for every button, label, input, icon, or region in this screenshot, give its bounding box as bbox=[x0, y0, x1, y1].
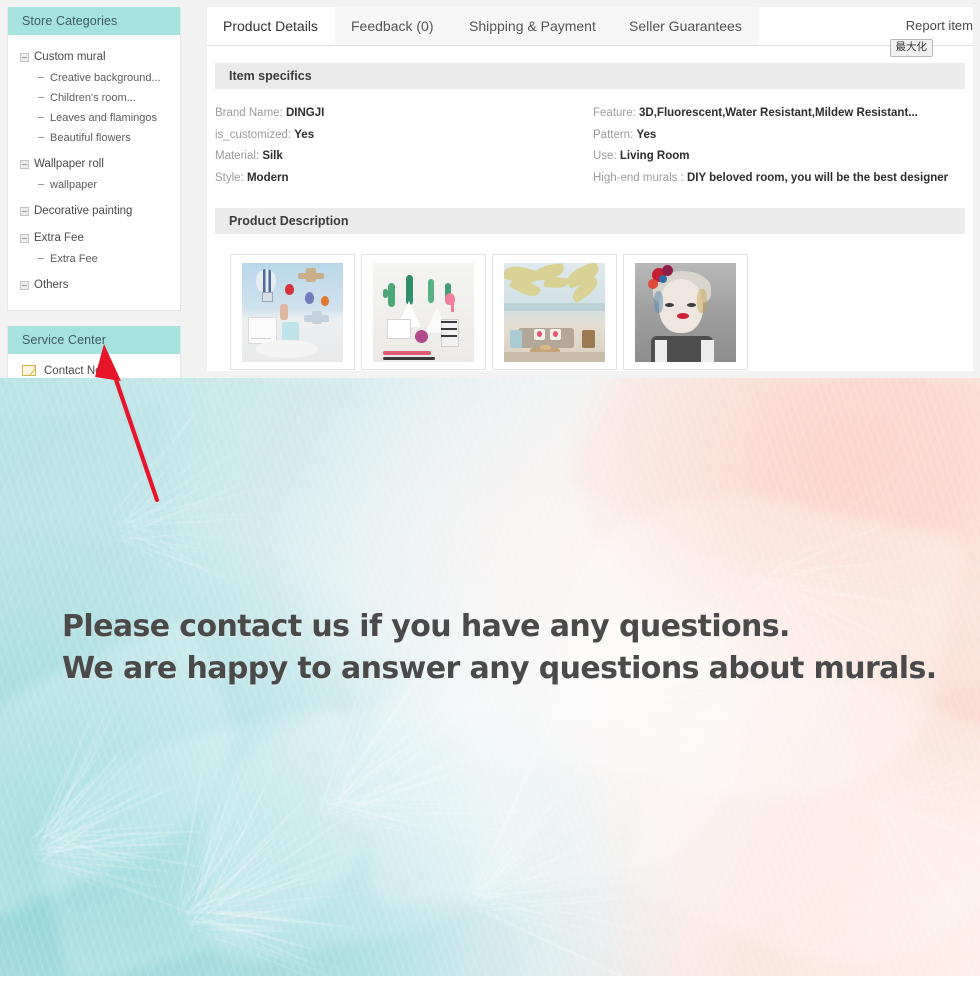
spec-key: Material: bbox=[215, 150, 260, 162]
sidebar-item-childrens-room[interactable]: Children's room... bbox=[8, 88, 180, 108]
sidebar-item-extra-fee[interactable]: Extra Fee bbox=[8, 228, 180, 249]
spec-row: Brand Name: DINGJI bbox=[215, 103, 324, 125]
sidebar-item-label: Custom mural bbox=[34, 51, 106, 63]
contact-now-label: Contact Now bbox=[44, 365, 110, 377]
item-specifics-heading: Item specifics bbox=[215, 63, 965, 89]
spec-value: Silk bbox=[262, 150, 283, 162]
sidebar-item-creative-background[interactable]: Creative background... bbox=[8, 68, 180, 88]
tab-shipping-payment[interactable]: Shipping & Payment bbox=[453, 7, 613, 45]
store-categories-panel: Store Categories Custom mural Creative b… bbox=[7, 7, 181, 311]
sidebar-item-label: Wallpaper roll bbox=[34, 158, 104, 170]
tab-feedback[interactable]: Feedback (0) bbox=[335, 7, 453, 45]
sidebar-item-label: Decorative painting bbox=[34, 205, 133, 217]
contact-now-link[interactable]: Contact Now bbox=[8, 360, 180, 378]
product-thumbnail[interactable] bbox=[230, 254, 355, 370]
product-thumbnail[interactable] bbox=[492, 254, 617, 370]
store-categories-list: Custom mural Creative background... Chil… bbox=[8, 35, 180, 310]
sidebar: Store Categories Custom mural Creative b… bbox=[7, 7, 181, 378]
spec-key: High-end murals : bbox=[593, 171, 684, 184]
dash-icon bbox=[38, 137, 44, 138]
maximize-button[interactable]: 最大化 bbox=[889, 39, 933, 57]
sidebar-item-label: Children's room... bbox=[50, 92, 136, 104]
expand-box-icon[interactable] bbox=[20, 234, 29, 243]
thumbnail-image bbox=[242, 263, 343, 362]
sidebar-item-label: Leaves and flamingos bbox=[50, 112, 158, 124]
product-tabbar: Product Details Feedback (0) Shipping & … bbox=[207, 7, 973, 46]
sidebar-item-others[interactable]: Others bbox=[8, 275, 180, 296]
sidebar-item-leaves-and-flamingos[interactable]: Leaves and flamingos bbox=[8, 108, 180, 128]
dash-icon bbox=[38, 77, 44, 78]
tab-product-details[interactable]: Product Details bbox=[207, 7, 335, 45]
spec-value: 3D,Fluorescent,Water Resistant,Mildew Re… bbox=[639, 107, 918, 119]
spec-value: Living Room bbox=[619, 150, 690, 162]
product-main-panel: Product Details Feedback (0) Shipping & … bbox=[207, 7, 973, 371]
expand-box-icon[interactable] bbox=[20, 160, 29, 169]
sidebar-item-decorative-painting[interactable]: Decorative painting bbox=[8, 201, 180, 222]
spec-key: is_customized: bbox=[215, 128, 292, 141]
banner-line-1: Please contact us if you have any questi… bbox=[62, 609, 790, 644]
spec-value: Yes bbox=[636, 128, 657, 141]
thumbnail-image bbox=[373, 263, 474, 362]
spec-row: High-end murals : DIY beloved room, you … bbox=[593, 168, 948, 190]
spec-key: Pattern: bbox=[593, 128, 634, 141]
page-top-section: Store Categories Custom mural Creative b… bbox=[0, 0, 980, 378]
spec-value: Yes bbox=[294, 128, 315, 141]
spec-value: DINGJI bbox=[285, 107, 325, 119]
spec-key: Brand Name: bbox=[215, 107, 283, 119]
expand-box-icon[interactable] bbox=[20, 281, 29, 290]
store-categories-title: Store Categories bbox=[8, 7, 180, 35]
item-specifics-right-column: Feature: 3D,Fluorescent,Water Resistant,… bbox=[593, 103, 948, 189]
spec-row: Style: Modern bbox=[215, 168, 324, 190]
spec-row: Material: Silk bbox=[215, 146, 324, 168]
dash-icon bbox=[38, 97, 44, 98]
product-description-heading: Product Description bbox=[215, 208, 965, 234]
service-center-title: Service Center bbox=[8, 326, 180, 354]
envelope-icon bbox=[22, 365, 36, 376]
dash-icon bbox=[38, 184, 44, 185]
sidebar-item-wallpaper-roll[interactable]: Wallpaper roll bbox=[8, 154, 180, 175]
spec-row: Pattern: Yes bbox=[593, 125, 948, 147]
sidebar-item-label: Creative background... bbox=[50, 72, 161, 84]
expand-box-icon[interactable] bbox=[20, 207, 29, 216]
sidebar-item-label: Others bbox=[34, 279, 69, 291]
spec-row: is_customized: Yes bbox=[215, 125, 324, 147]
sidebar-item-beautiful-flowers[interactable]: Beautiful flowers bbox=[8, 128, 180, 148]
spec-key: Feature: bbox=[593, 107, 636, 119]
spec-key: Style: bbox=[215, 171, 244, 184]
spec-value: Modern bbox=[246, 171, 289, 184]
thumbnail-image bbox=[504, 263, 605, 362]
spec-row: Use: Living Room bbox=[593, 146, 948, 168]
sidebar-item-label: Extra Fee bbox=[34, 232, 84, 244]
sidebar-item-custom-mural[interactable]: Custom mural bbox=[8, 47, 180, 68]
banner-line-2: We are happy to answer any questions abo… bbox=[62, 651, 937, 686]
promo-banner: Please contact us if you have any questi… bbox=[0, 378, 980, 976]
spec-value: DIY beloved room, you will be the best d… bbox=[686, 171, 949, 184]
sidebar-item-wallpaper[interactable]: wallpaper bbox=[8, 175, 180, 195]
dash-icon bbox=[38, 258, 44, 259]
spec-key: Use: bbox=[593, 150, 617, 162]
item-specifics-left-column: Brand Name: DINGJI is_customized: Yes Ma… bbox=[215, 103, 324, 189]
product-thumbnail[interactable] bbox=[361, 254, 486, 370]
item-specifics-table: Brand Name: DINGJI is_customized: Yes Ma… bbox=[215, 103, 965, 191]
product-thumbnail[interactable] bbox=[623, 254, 748, 370]
product-description-thumbnails bbox=[215, 254, 965, 374]
sidebar-item-extra-fee-child[interactable]: Extra Fee bbox=[8, 249, 180, 269]
sidebar-item-label: Beautiful flowers bbox=[50, 132, 131, 144]
service-center-panel: Service Center Contact Now bbox=[7, 326, 181, 378]
dash-icon bbox=[38, 117, 44, 118]
sidebar-item-label: wallpaper bbox=[50, 179, 98, 191]
spec-row: Feature: 3D,Fluorescent,Water Resistant,… bbox=[593, 103, 948, 125]
tab-seller-guarantees[interactable]: Seller Guarantees bbox=[613, 7, 759, 45]
service-center-list: Contact Now bbox=[8, 354, 180, 378]
banner-message: Please contact us if you have any questi… bbox=[62, 606, 937, 690]
thumbnail-image bbox=[635, 263, 736, 362]
expand-box-icon[interactable] bbox=[20, 53, 29, 62]
sidebar-item-label: Extra Fee bbox=[50, 253, 98, 265]
